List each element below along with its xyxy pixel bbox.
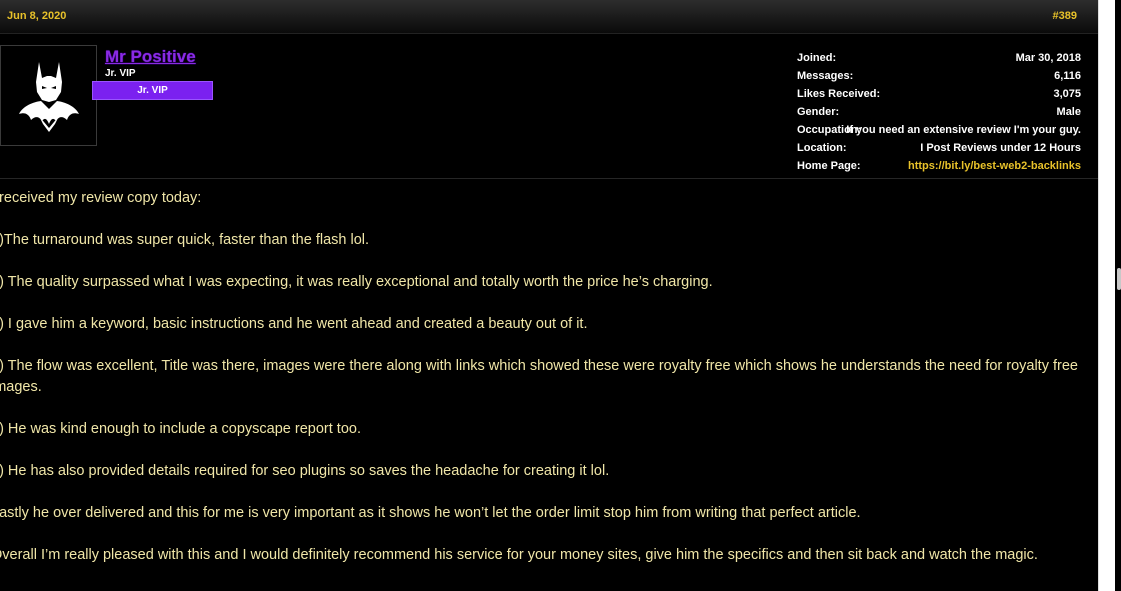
- forum-post: Jun 8, 2020 #389 Mr Positive Jr. VIP Jr.…: [0, 0, 1098, 591]
- stat-value: Mar 30, 2018: [1015, 52, 1081, 64]
- message-body: I received my review copy today: 1)The t…: [0, 188, 1091, 587]
- user-banner: Jr. VIP: [92, 81, 213, 100]
- user-title: Jr. VIP: [105, 68, 136, 79]
- stat-label: Home Page:: [797, 160, 861, 172]
- message-paragraph: Lastly he over delivered and this for me…: [0, 505, 861, 521]
- stat-label: Likes Received:: [797, 88, 881, 100]
- post-number[interactable]: #389: [1053, 10, 1077, 22]
- message-paragraph: Overall I’m really pleased with this and…: [0, 547, 1038, 563]
- stat-label: Location:: [797, 142, 847, 154]
- avatar[interactable]: [0, 45, 97, 146]
- home-page-link[interactable]: https://bit.ly/best-web2-backlinks: [908, 160, 1081, 172]
- stat-messages: Messages: 6,116: [797, 70, 1081, 88]
- message-paragraph: 2) The quality surpassed what I was expe…: [0, 274, 713, 290]
- message-paragraph: 1)The turnaround was super quick, faster…: [0, 232, 370, 248]
- post-date[interactable]: Jun 8, 2020: [7, 10, 66, 22]
- stat-value: Male: [1056, 106, 1081, 118]
- stat-value: I Post Reviews under 12 Hours: [920, 142, 1081, 154]
- stat-label: Joined:: [797, 52, 837, 64]
- message-paragraph: 3) I gave him a keyword, basic instructi…: [0, 316, 588, 332]
- stat-location: Location: I Post Reviews under 12 Hours: [797, 142, 1081, 160]
- stat-value: If you need an extensive review I'm your…: [846, 124, 1081, 136]
- message-paragraph: I received my review copy today:: [0, 190, 202, 206]
- stat-label: Gender:: [797, 106, 840, 118]
- stat-value: 3,075: [1053, 88, 1081, 100]
- user-stats: Joined: Mar 30, 2018 Messages: 6,116 Lik…: [797, 52, 1081, 178]
- message-paragraph: 5) He was kind enough to include a copys…: [0, 421, 361, 437]
- stat-joined: Joined: Mar 30, 2018: [797, 52, 1081, 70]
- post-header: Jun 8, 2020 #389: [0, 0, 1098, 34]
- stat-likes: Likes Received: 3,075: [797, 88, 1081, 106]
- scrollbar-track[interactable]: [1098, 0, 1115, 591]
- username-link[interactable]: Mr Positive: [105, 47, 196, 67]
- scrollbar-thumb[interactable]: [1117, 268, 1121, 290]
- message-paragraph: 6) He has also provided details required…: [0, 463, 610, 479]
- message-paragraph: 4) The flow was excellent, Title was the…: [0, 358, 1078, 395]
- stat-gender: Gender: Male: [797, 106, 1081, 124]
- stat-label: Messages:: [797, 70, 854, 82]
- stat-home-page: Home Page: https://bit.ly/best-web2-back…: [797, 160, 1081, 178]
- divider: [0, 178, 1098, 179]
- stat-occupation: Occupation: If you need an extensive rev…: [797, 124, 1081, 142]
- stat-value[interactable]: 6,116: [1054, 70, 1081, 82]
- batman-silhouette-icon: [19, 62, 79, 132]
